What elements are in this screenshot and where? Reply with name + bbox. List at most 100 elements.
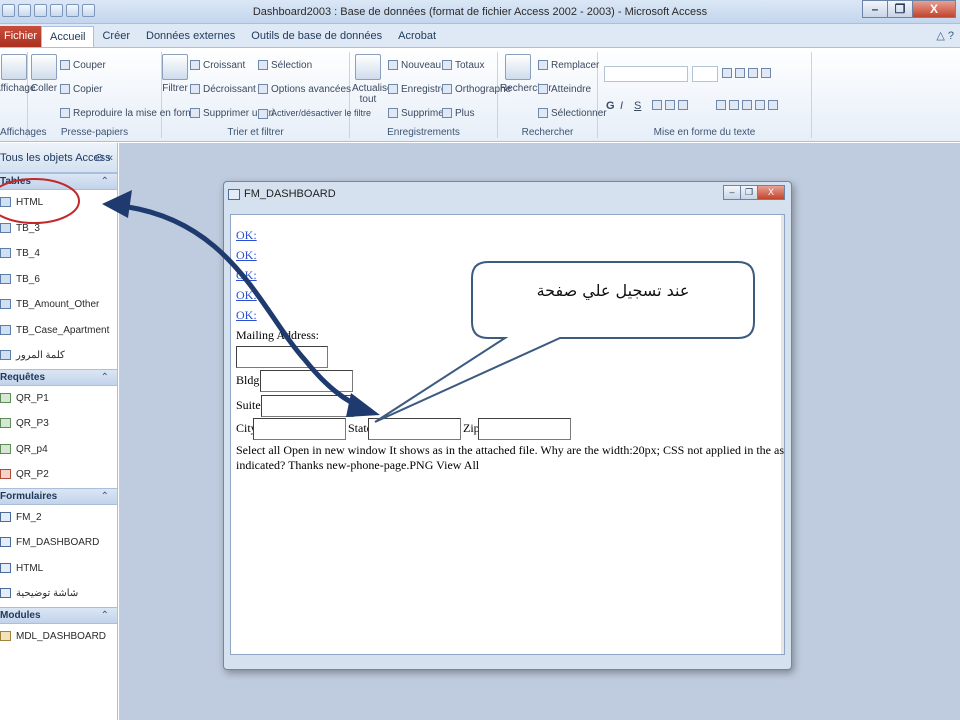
nav-item-table-html[interactable]: HTML (0, 190, 117, 216)
select-button[interactable]: Sélectionner (538, 108, 607, 119)
group-rechercher: Rechercher Remplacer Atteindre Sélection… (498, 52, 607, 138)
nav-item-module-dashboard[interactable]: MDL_DASHBOARD (0, 624, 117, 650)
bldg-input[interactable] (260, 370, 353, 392)
nav-item-table-amount-other[interactable]: TB_Amount_Other (0, 292, 117, 318)
form-close-button[interactable]: X (757, 185, 785, 200)
ok-link-4[interactable]: OK: (236, 288, 257, 303)
sort-descending-button[interactable]: Décroissant (190, 84, 256, 95)
italic-button[interactable]: I (620, 100, 623, 112)
ok-link-5[interactable]: OK: (236, 308, 257, 323)
nav-item-query-p4[interactable]: QR_p4 (0, 437, 117, 463)
nav-item-query-p1[interactable]: QR_P1 (0, 386, 117, 412)
form-icon (0, 562, 11, 573)
ok-link-1[interactable]: OK: (236, 228, 257, 243)
highlight-icon (665, 100, 675, 111)
table-icon (0, 299, 11, 309)
form-icon (0, 511, 11, 522)
sort-descending-icon (190, 84, 200, 95)
list-buttons[interactable] (722, 68, 774, 79)
cut-button[interactable]: Couper (60, 60, 106, 71)
color-buttons[interactable] (652, 100, 691, 111)
tab-accueil[interactable]: Accueil (41, 26, 95, 48)
workspace-strip (119, 143, 960, 173)
nav-item-form-intro[interactable]: شاشة توضيحية (0, 581, 117, 607)
ok-link-3[interactable]: OK: (236, 268, 257, 283)
state-input[interactable] (368, 418, 461, 440)
nav-section-requetes[interactable]: Requêtes ⌃ (0, 368, 117, 386)
help-icon[interactable]: △ ? (936, 29, 954, 42)
nav-section-tables[interactable]: Tables ⌃ (0, 173, 117, 190)
nav-controls[interactable]: ⊙ « (95, 143, 113, 173)
close-button[interactable]: X (912, 0, 956, 18)
nav-section-formulaires[interactable]: Formulaires ⌃ (0, 487, 117, 505)
sort-ascending-button[interactable]: Croissant (190, 60, 245, 71)
tab-creer[interactable]: Créer (94, 26, 138, 48)
nav-item-table-tb3[interactable]: TB_3 (0, 216, 117, 242)
replace-button[interactable]: Remplacer (538, 60, 599, 71)
vertical-scrollbar[interactable] (781, 215, 784, 654)
query-icon (0, 418, 11, 428)
tab-outils-base-de-donnees[interactable]: Outils de base de données (243, 26, 390, 48)
form-restore-button[interactable]: ❐ (740, 185, 758, 200)
mailing-address-input[interactable] (236, 346, 328, 368)
nav-header[interactable]: Tous les objets Access ⊙ « (0, 143, 117, 173)
copy-button[interactable]: Copier (60, 84, 102, 95)
tab-fichier[interactable]: Fichier (0, 26, 42, 48)
nav-item-query-p3[interactable]: QR_P3 (0, 411, 117, 437)
nav-item-query-p2[interactable]: QR_P2 (0, 462, 117, 488)
underline-button[interactable]: S (634, 100, 641, 112)
minimize-button[interactable]: – (862, 0, 888, 18)
paste-button[interactable]: Coller (30, 54, 58, 94)
form-window[interactable]: FM_DASHBOARD – ❐ X OK: OK: OK: OK: OK: M… (223, 181, 792, 670)
align-left-icon (716, 100, 726, 111)
tab-acrobat[interactable]: Acrobat (390, 26, 444, 48)
module-icon (0, 630, 11, 641)
align-center-icon (729, 100, 739, 111)
sigma-icon (442, 60, 452, 71)
table-icon (0, 273, 11, 284)
suite-input[interactable] (261, 395, 354, 417)
gridlines-icon (755, 100, 765, 111)
more-button[interactable]: Plus (442, 108, 474, 119)
funnel-icon (162, 54, 188, 80)
tab-donnees-externes[interactable]: Données externes (138, 26, 243, 48)
outdent-icon (761, 68, 771, 79)
new-record-button[interactable]: Nouveau (388, 60, 441, 71)
nav-item-table-tb4[interactable]: TB_4 (0, 241, 117, 267)
nav-item-form-dashboard[interactable]: FM_DASHBOARD (0, 530, 117, 556)
nav-item-form-html[interactable]: HTML (0, 556, 117, 582)
refresh-all-button[interactable]: Actualiser tout (352, 54, 396, 105)
view-icon (1, 54, 27, 80)
nav-item-table-case-apartment[interactable]: TB_Case_Apartment (0, 318, 117, 344)
window-title: Dashboard2003 : Base de données (format … (252, 6, 708, 18)
filter-button[interactable]: Filtrer (162, 54, 188, 94)
selection-button[interactable]: Sélection (258, 60, 312, 71)
delete-record-button[interactable]: Supprimer (388, 108, 447, 119)
collapse-icon: ⌃ (100, 176, 109, 187)
totals-button[interactable]: Totaux (442, 60, 484, 71)
align-buttons[interactable] (716, 100, 781, 111)
save-record-button[interactable]: Enregistrer (388, 84, 450, 95)
group-enregistrements: Actualiser tout Nouveau Enregistrer Supp… (350, 52, 511, 138)
font-name-select[interactable] (604, 66, 688, 82)
nav-item-form-fm2[interactable]: FM_2 (0, 505, 117, 531)
nav-item-table-tb6[interactable]: TB_6 (0, 267, 117, 293)
goto-button[interactable]: Atteindre (538, 84, 591, 95)
form-minimize-button[interactable]: – (723, 185, 741, 200)
remove-sort-icon (190, 108, 200, 119)
cursor-icon (538, 108, 548, 119)
ok-link-2[interactable]: OK: (236, 248, 257, 263)
font-size-select[interactable] (692, 66, 718, 82)
zip-input[interactable] (478, 418, 571, 440)
question-paragraph: Select all Open in new window It shows a… (236, 443, 785, 472)
restore-button[interactable]: ❐ (887, 0, 913, 18)
form-icon (0, 537, 11, 547)
city-input[interactable] (253, 418, 346, 440)
nav-section-modules[interactable]: Modules ⌃ (0, 606, 117, 624)
find-button[interactable]: Rechercher (500, 54, 552, 94)
selection-filter-icon (258, 60, 268, 71)
arrow-right-icon (538, 84, 548, 95)
bold-button[interactable]: G (606, 100, 615, 112)
nav-item-table-password[interactable]: كلمة المرور (0, 343, 117, 369)
advanced-options-button[interactable]: Options avancées (258, 84, 351, 95)
